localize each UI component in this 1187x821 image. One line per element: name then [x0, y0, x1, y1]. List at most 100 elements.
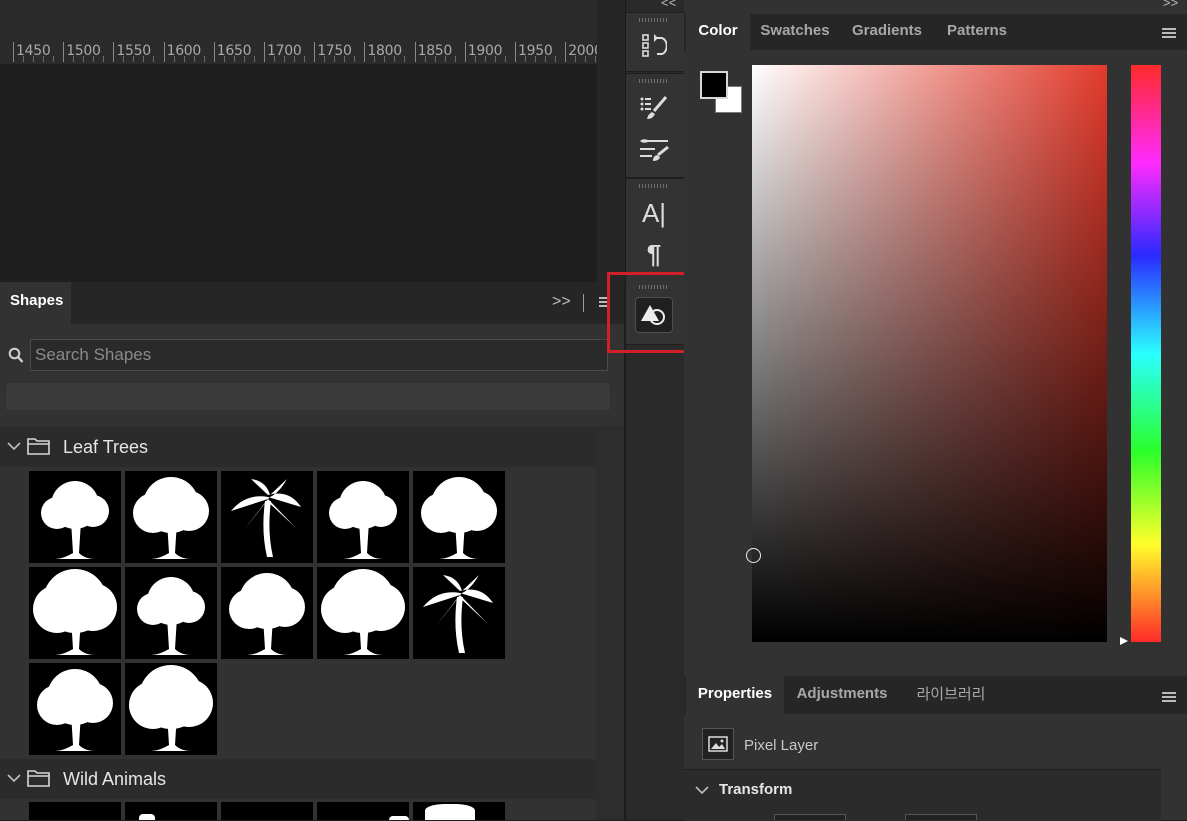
brush-icon — [640, 139, 669, 161]
shape-thumbnail[interactable] — [29, 663, 121, 755]
ruler-label: 1950 — [518, 43, 553, 59]
search-shapes-field[interactable] — [30, 339, 608, 371]
tree-icon — [41, 481, 109, 559]
paragraph-icon: ¶ — [646, 238, 662, 269]
highlight-box — [607, 272, 694, 353]
ruler-tick — [213, 42, 215, 62]
character-icon: A| — [641, 197, 667, 228]
expand-right-button[interactable]: >> — [1163, 0, 1178, 10]
grip-handle[interactable] — [639, 184, 669, 188]
collapse-dock-button[interactable]: << — [661, 0, 676, 10]
pixel-layer-icon — [702, 728, 734, 760]
foreground-color-swatch[interactable] — [700, 71, 728, 99]
ruler-label: 1500 — [66, 43, 101, 59]
shape-thumbnail[interactable] — [317, 802, 409, 820]
filter-bar[interactable] — [6, 383, 610, 410]
tab-properties[interactable]: Properties — [686, 676, 784, 714]
shape-thumbnail[interactable] — [29, 471, 121, 563]
panel-menu-icon[interactable] — [1162, 28, 1176, 39]
ruler-minor-tick — [253, 56, 255, 62]
tree-icon — [421, 477, 497, 559]
ruler-tick — [515, 42, 516, 62]
shape-thumbnail[interactable] — [413, 802, 505, 820]
ruler-minor-tick — [454, 56, 456, 62]
chevron-down-icon[interactable] — [695, 785, 709, 795]
tree-icon — [329, 481, 397, 559]
tree-icon — [321, 569, 405, 655]
shape-thumbnail[interactable] — [221, 802, 313, 820]
character-button[interactable]: A| — [635, 195, 673, 231]
panel-menu-icon[interactable] — [1162, 692, 1176, 703]
tree-icon — [137, 577, 205, 655]
expand-panel-button[interactable]: >> — [552, 293, 571, 311]
width-field[interactable] — [774, 814, 846, 820]
tree-icon — [229, 573, 305, 655]
tab-gradients[interactable]: Gradients — [841, 14, 933, 50]
ruler-tick — [565, 42, 567, 62]
shapes-scrollbar[interactable] — [596, 426, 624, 820]
ruler-tick — [314, 42, 316, 62]
folder-icon — [27, 438, 50, 455]
shape-thumbnail[interactable] — [317, 471, 409, 563]
ruler-label: 1850 — [417, 43, 453, 59]
tree-icon — [129, 665, 213, 751]
ruler-minor-tick — [404, 56, 406, 62]
search-icon — [8, 347, 24, 363]
ruler-tick — [63, 42, 65, 62]
tab-swatches[interactable]: Swatches — [752, 14, 838, 50]
shape-thumbnail[interactable] — [29, 802, 121, 820]
tab-color[interactable]: Color — [686, 14, 750, 50]
tab-patterns[interactable]: Patterns — [935, 14, 1019, 50]
shape-thumbnail[interactable] — [221, 471, 313, 563]
brush-settings-icon — [640, 96, 668, 119]
history-button[interactable] — [635, 28, 673, 64]
shapes-panel-tabbar — [0, 282, 624, 324]
layer-type-label: Pixel Layer — [744, 737, 819, 754]
canvas-scrollbar[interactable] — [597, 0, 625, 282]
ruler-tick — [464, 42, 466, 62]
ruler-tick — [414, 42, 416, 62]
brush-settings-button[interactable] — [635, 89, 673, 125]
image-icon — [708, 736, 728, 752]
shape-thumbnail[interactable] — [29, 567, 121, 659]
tab-shapes[interactable]: Shapes — [0, 282, 71, 324]
ruler-label: 1550 — [116, 43, 151, 59]
shape-thumbnail[interactable] — [125, 567, 217, 659]
hue-slider-handle[interactable] — [1119, 636, 1129, 646]
color-field[interactable] — [752, 65, 1107, 642]
history-icon — [642, 34, 667, 57]
shape-thumbnail[interactable] — [125, 663, 217, 755]
chevron-down-icon[interactable] — [7, 773, 21, 783]
ruler-label: 1750 — [317, 43, 352, 59]
ruler-tick — [163, 42, 165, 62]
chevron-down-icon[interactable] — [7, 441, 21, 451]
grip-handle[interactable] — [639, 79, 669, 83]
canvas-area[interactable] — [0, 64, 597, 282]
ruler-tick — [364, 42, 366, 62]
ruler-minor-tick — [203, 56, 205, 62]
ruler-label: 1600 — [166, 43, 202, 59]
palm-tree-icon — [231, 479, 301, 557]
tab-adjustments[interactable]: Adjustments — [786, 676, 898, 714]
ruler-label: 1700 — [267, 43, 302, 59]
tree-icon — [37, 669, 113, 751]
ruler-minor-tick — [555, 56, 556, 62]
color-picker-cursor[interactable] — [746, 548, 761, 563]
paragraph-button[interactable]: ¶ — [635, 236, 673, 272]
search-input[interactable] — [31, 340, 607, 370]
brush-button[interactable] — [635, 132, 673, 168]
grip-handle[interactable] — [639, 18, 669, 22]
transform-label: Transform — [719, 781, 793, 798]
tree-icon — [33, 569, 117, 655]
height-field[interactable] — [905, 814, 977, 820]
tab-libraries[interactable]: 라이브러리 — [900, 676, 1002, 714]
shape-thumbnail[interactable] — [413, 567, 505, 659]
ruler-label: 1800 — [367, 43, 402, 59]
tree-icon — [133, 477, 209, 559]
shape-thumbnail[interactable] — [125, 802, 217, 820]
shape-thumbnail[interactable] — [317, 567, 409, 659]
hue-slider[interactable] — [1131, 65, 1161, 642]
shape-thumbnail[interactable] — [125, 471, 217, 563]
shape-thumbnail[interactable] — [221, 567, 313, 659]
shape-thumbnail[interactable] — [413, 471, 505, 563]
